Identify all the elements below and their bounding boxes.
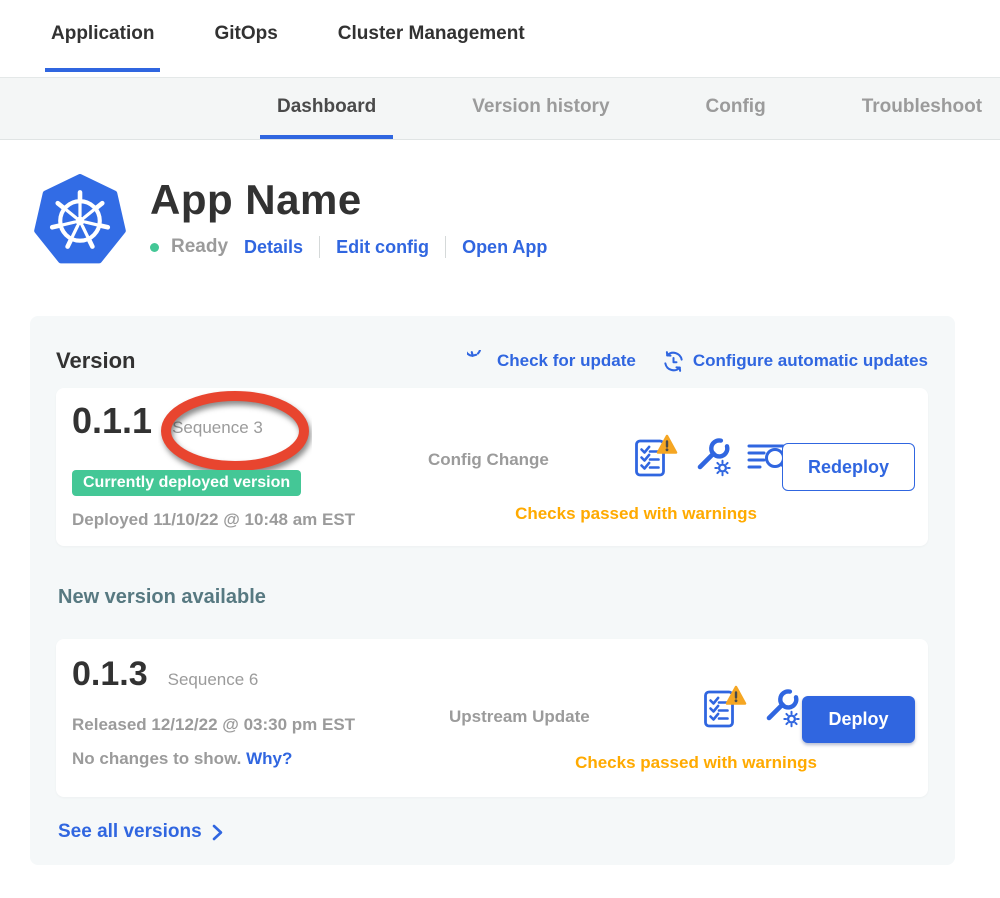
no-changes-text: No changes to show. bbox=[72, 749, 241, 768]
configure-auto-updates-link[interactable]: Configure automatic updates bbox=[662, 350, 928, 373]
preflight-checklist-icon[interactable] bbox=[701, 685, 748, 732]
current-version-card: 0.1.1 Sequence 3 Currently deployed vers… bbox=[56, 388, 928, 546]
version-heading: Version bbox=[56, 348, 135, 374]
see-all-versions-label: See all versions bbox=[58, 821, 202, 843]
new-version-available-heading: New version available bbox=[58, 586, 928, 609]
warning-badge-icon bbox=[727, 687, 745, 704]
configure-auto-updates-label: Configure automatic updates bbox=[693, 351, 928, 371]
tab-application[interactable]: Application bbox=[45, 0, 160, 72]
config-wrench-icon[interactable] bbox=[761, 688, 802, 729]
status-badge: Ready bbox=[171, 236, 228, 258]
current-checks-status: Checks passed with warnings bbox=[416, 504, 856, 524]
current-sequence-label: Sequence 3 bbox=[172, 418, 263, 438]
status-dot bbox=[150, 243, 159, 252]
available-version-number: 0.1.3 bbox=[72, 655, 148, 694]
kubernetes-logo bbox=[34, 174, 126, 266]
open-app-link[interactable]: Open App bbox=[462, 237, 547, 258]
tab-gitops[interactable]: GitOps bbox=[208, 0, 283, 72]
refresh-icon bbox=[467, 350, 489, 372]
divider bbox=[445, 236, 446, 258]
deployed-timestamp: Deployed 11/10/22 @ 10:48 am EST bbox=[72, 510, 355, 530]
warning-badge-icon bbox=[658, 436, 676, 453]
deployed-badge: Currently deployed version bbox=[72, 470, 301, 496]
no-changes-note: No changes to show. Why? bbox=[72, 749, 292, 769]
app-subnav: Dashboard Version history Config Trouble… bbox=[0, 77, 1000, 140]
available-version-card: 0.1.3 Sequence 6 Released 12/12/22 @ 03:… bbox=[56, 639, 928, 797]
divider bbox=[319, 236, 320, 258]
page-title: App Name bbox=[150, 176, 547, 224]
redeploy-button[interactable]: Redeploy bbox=[782, 443, 915, 491]
config-wrench-icon[interactable] bbox=[692, 437, 733, 478]
check-for-update-label: Check for update bbox=[497, 351, 636, 371]
current-version-number: 0.1.1 bbox=[72, 400, 152, 442]
details-link[interactable]: Details bbox=[244, 237, 303, 258]
available-checks-status: Checks passed with warnings bbox=[476, 753, 916, 773]
check-for-update-link[interactable]: Check for update bbox=[467, 350, 636, 372]
tab-config[interactable]: Config bbox=[689, 78, 783, 139]
auto-update-icon bbox=[662, 350, 685, 373]
tab-troubleshoot[interactable]: Troubleshoot bbox=[845, 78, 999, 139]
deploy-button[interactable]: Deploy bbox=[802, 696, 915, 743]
released-timestamp: Released 12/12/22 @ 03:30 pm EST bbox=[72, 715, 355, 735]
primary-nav: Application GitOps Cluster Management bbox=[0, 0, 1000, 72]
why-link[interactable]: Why? bbox=[246, 749, 292, 768]
see-all-versions-link[interactable]: See all versions bbox=[58, 821, 224, 843]
tab-cluster-management[interactable]: Cluster Management bbox=[332, 0, 531, 72]
app-header: App Name Ready Details Edit config Open … bbox=[34, 174, 1000, 266]
edit-config-link[interactable]: Edit config bbox=[336, 237, 429, 258]
available-sequence-label: Sequence 6 bbox=[168, 670, 259, 690]
tab-version-history[interactable]: Version history bbox=[455, 78, 626, 139]
current-source-label: Config Change bbox=[428, 450, 549, 470]
chevron-right-icon bbox=[211, 823, 224, 842]
tab-dashboard[interactable]: Dashboard bbox=[260, 78, 393, 139]
version-panel: Version Check for update Configure autom… bbox=[30, 316, 955, 865]
preflight-checklist-icon[interactable] bbox=[632, 434, 679, 481]
available-source-label: Upstream Update bbox=[449, 707, 590, 727]
